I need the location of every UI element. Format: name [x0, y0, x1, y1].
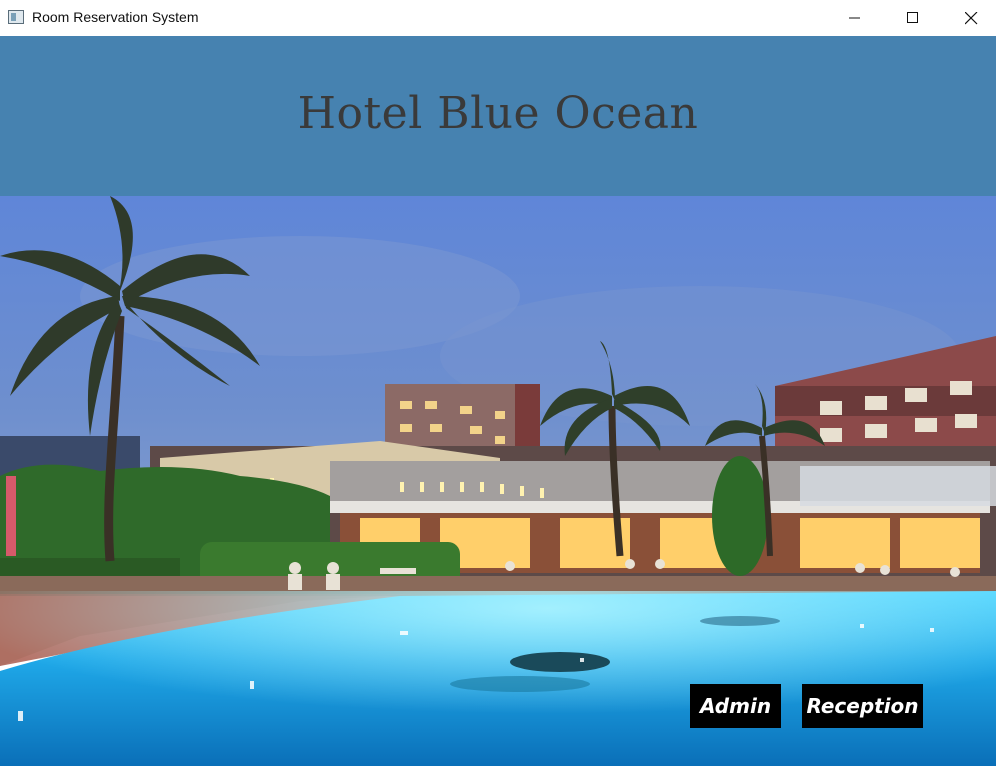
close-icon: [964, 11, 977, 24]
minimize-button[interactable]: [826, 0, 884, 36]
close-button[interactable]: [942, 0, 996, 36]
hotel-pool-image: [0, 196, 996, 766]
header-banner: Hotel Blue Ocean: [0, 36, 996, 196]
window-titlebar: Room Reservation System: [0, 0, 996, 36]
maximize-button[interactable]: [884, 0, 942, 36]
app-window-icon: [8, 10, 24, 24]
minimize-icon: [849, 17, 860, 19]
hotel-photo: [0, 196, 996, 766]
maximize-icon: [907, 12, 918, 23]
admin-button[interactable]: Admin: [690, 684, 781, 728]
window-title: Room Reservation System: [32, 9, 199, 25]
hotel-name-heading: Hotel Blue Ocean: [297, 88, 699, 139]
reception-button[interactable]: Reception: [802, 684, 923, 728]
